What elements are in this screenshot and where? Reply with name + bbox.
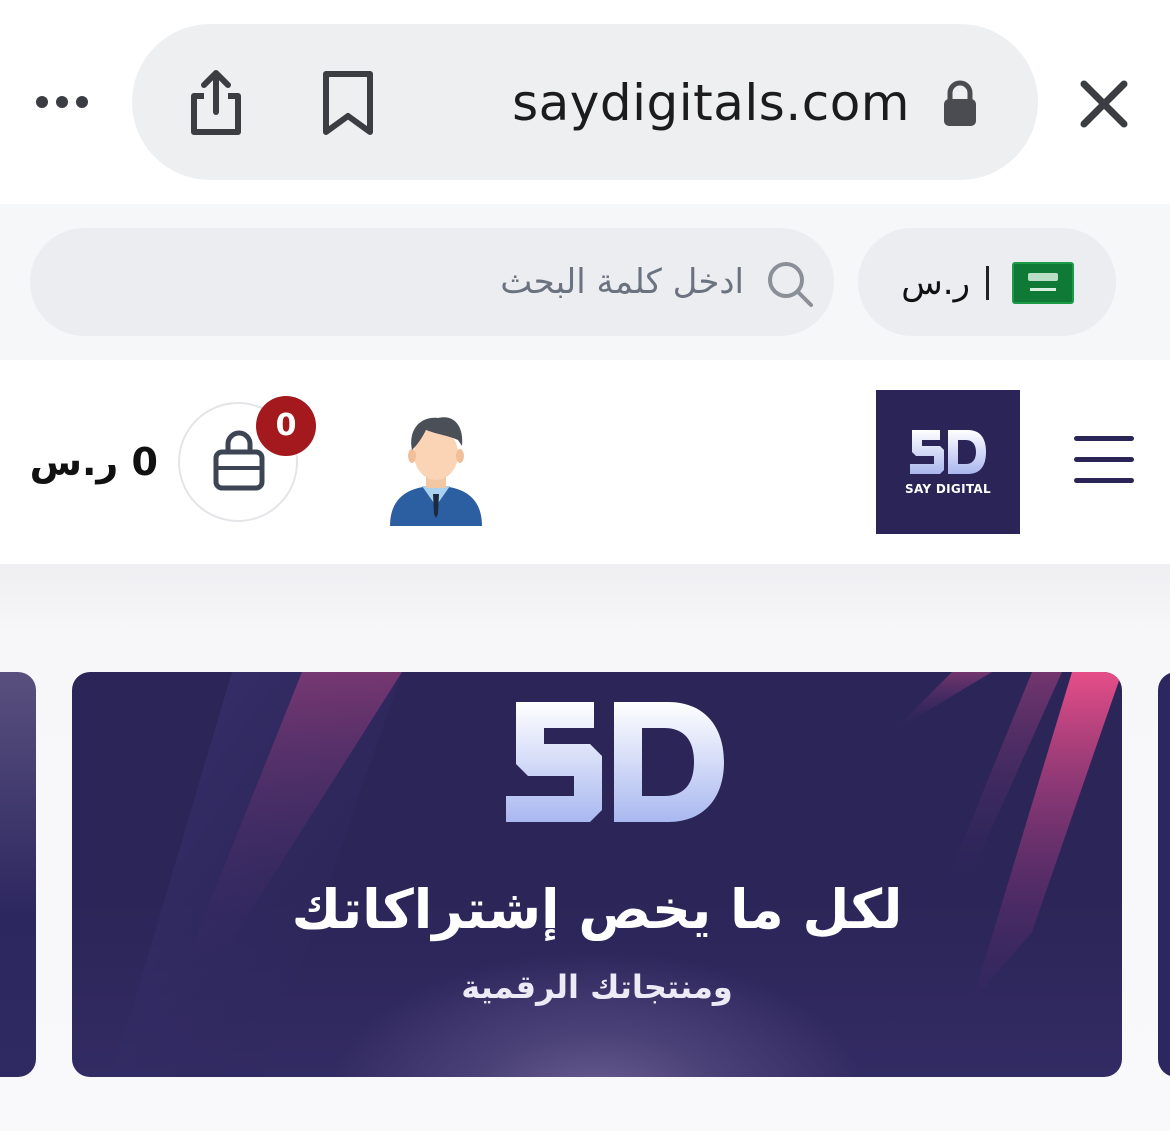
banner-subtitle: ومنتجاتك الرقمية (461, 968, 733, 1006)
url-text[interactable]: saydigitals.com (430, 70, 910, 136)
cart-total[interactable]: 0 ر.س (18, 436, 158, 488)
logo-text: SAY DIGITAL (905, 482, 991, 496)
hero-slider: لكل ما يخص إشتراكاتك ومنتجاتك الرقمية (0, 564, 1170, 1131)
next-slide[interactable] (1158, 672, 1170, 1077)
banner-logo-icon (506, 702, 724, 822)
currency-label: ر.س (901, 263, 970, 303)
search-strip: ادخل كلمة البحث ر.س (0, 204, 1170, 360)
bookmark-icon[interactable] (318, 68, 378, 140)
search-icon[interactable] (764, 258, 816, 310)
search-placeholder: ادخل كلمة البحث (500, 262, 744, 302)
menu-icon[interactable] (1070, 432, 1138, 490)
hero-banner[interactable]: لكل ما يخص إشتراكاتك ومنتجاتك الرقمية (72, 672, 1122, 1077)
currency-selector[interactable]: ر.س (858, 228, 1116, 336)
saudi-flag-icon (1012, 262, 1074, 304)
close-icon[interactable] (1076, 76, 1132, 132)
banner-headline: لكل ما يخص إشتراكاتك (291, 878, 903, 941)
previous-slide[interactable] (0, 672, 36, 1077)
browser-toolbar: saydigitals.com (0, 0, 1170, 204)
divider (986, 266, 989, 300)
lock-icon (944, 80, 976, 126)
logo-mark-icon (910, 430, 986, 474)
cart-count-badge: 0 (256, 396, 316, 456)
search-input[interactable]: ادخل كلمة البحث (30, 228, 834, 336)
site-header: 0 ر.س 0 SAY DIGITAL (0, 360, 1170, 564)
page: saydigitals.com ادخل كلمة البحث ر.س 0 ر.… (0, 0, 1170, 1131)
share-icon[interactable] (186, 68, 246, 140)
more-icon[interactable] (36, 88, 96, 116)
site-logo[interactable]: SAY DIGITAL (876, 390, 1020, 534)
user-avatar-icon[interactable] (384, 410, 488, 526)
